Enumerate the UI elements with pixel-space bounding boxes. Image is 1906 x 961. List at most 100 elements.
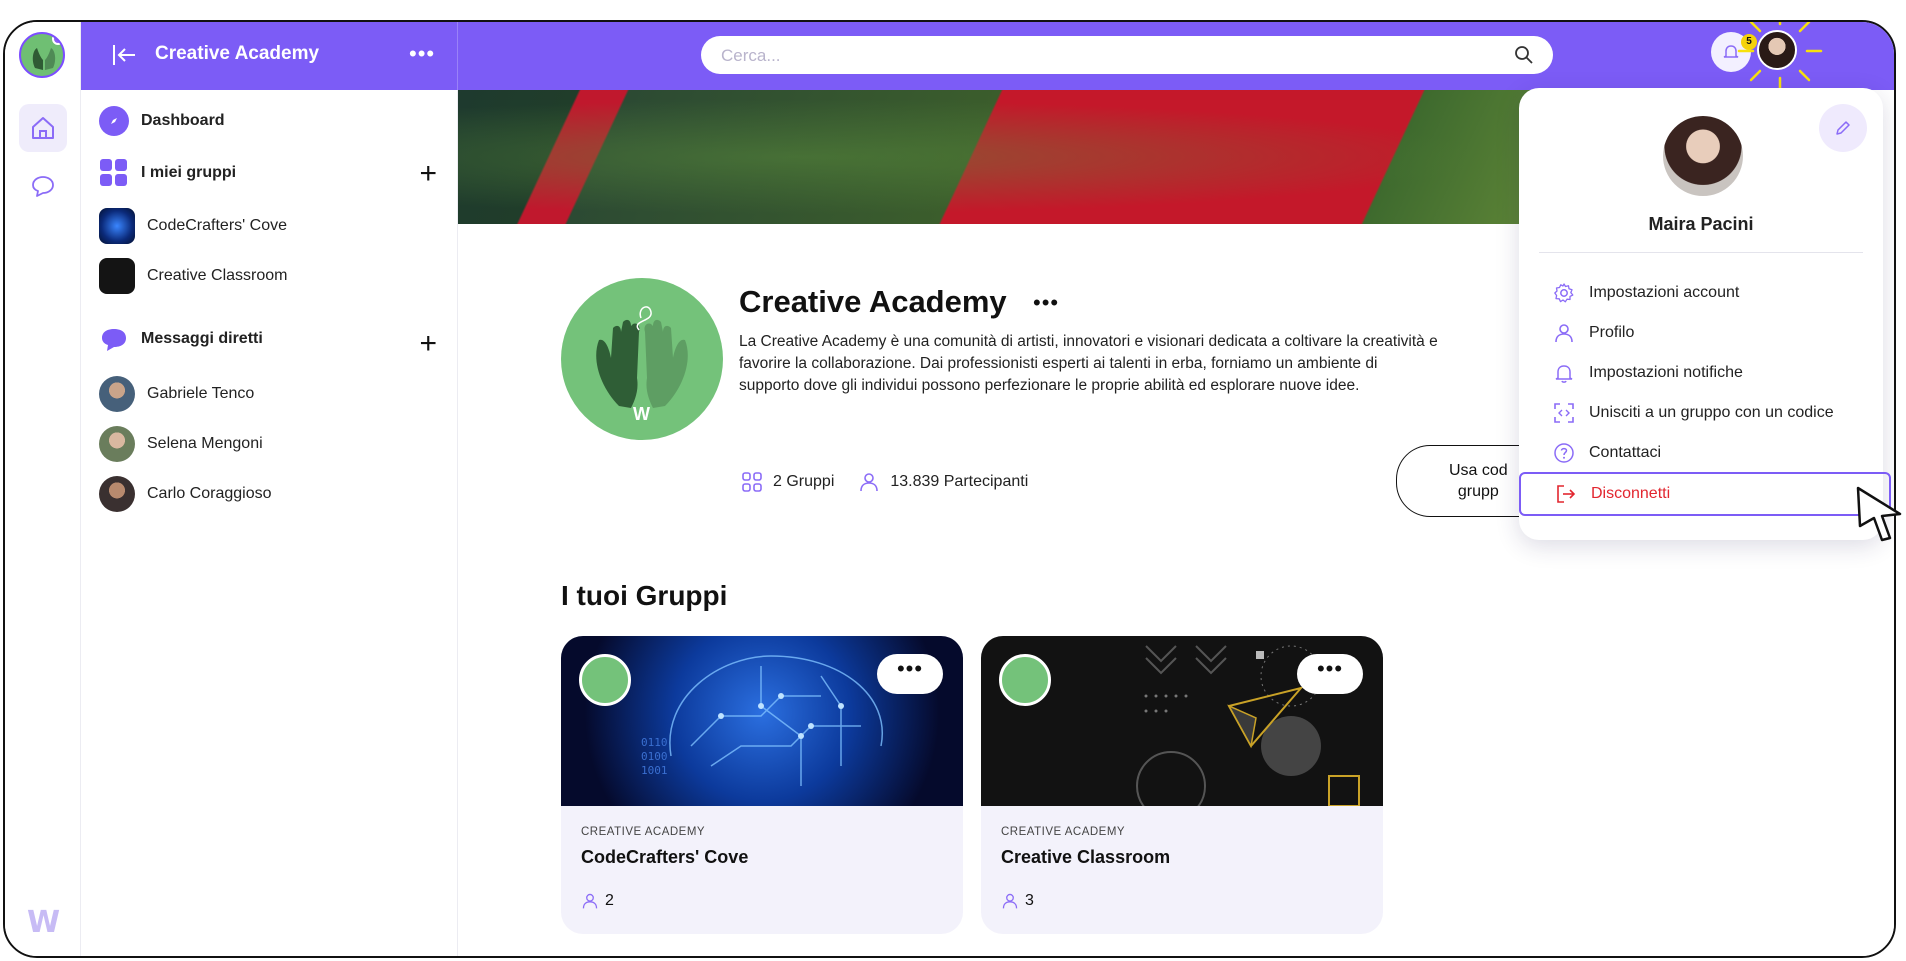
community-logo: W [561, 278, 723, 440]
grid-icon [100, 159, 127, 186]
user-icon [1555, 324, 1573, 343]
community-title: Creative Academy [155, 43, 320, 64]
scan-code-icon [1554, 403, 1574, 423]
community-more-button[interactable]: ••• [409, 43, 435, 65]
user-avatar-button[interactable] [1757, 30, 1797, 70]
members-count: 13.839 Partecipanti [890, 473, 1029, 490]
card-community-avatar [999, 654, 1051, 706]
logout-label: Disconnetti [1591, 485, 1671, 502]
add-group-button[interactable]: + [419, 159, 437, 189]
sidebar-item-label: CodeCrafters' Cove [147, 217, 287, 234]
community-avatar[interactable] [19, 32, 65, 78]
menu-item-account-settings[interactable]: Impostazioni account [1553, 282, 1739, 304]
group-thumbnail [99, 258, 135, 294]
menu-item-label: Impostazioni account [1589, 284, 1740, 301]
card-members-count: 2 [605, 892, 614, 909]
contact-item[interactable]: Carlo Coraggioso [99, 476, 272, 512]
bell-icon [1723, 45, 1739, 58]
contact-item[interactable]: Selena Mengoni [99, 426, 263, 462]
sidebar-item-label: Dashboard [141, 112, 225, 129]
groups-icon [742, 472, 762, 492]
messages-button[interactable] [19, 162, 67, 210]
user-icon [1002, 893, 1018, 909]
group-card[interactable]: 0110 0100 1001 ••• CREATIVE ACADEMY Code… [561, 636, 963, 934]
card-org-label: CREATIVE ACADEMY [581, 826, 706, 838]
home-button[interactable] [19, 104, 67, 152]
sidebar-item-codecrafters[interactable]: CodeCrafters' Cove [99, 208, 287, 244]
card-community-avatar [579, 654, 631, 706]
logout-icon [1557, 485, 1576, 503]
card-org-label: CREATIVE ACADEMY [1001, 826, 1126, 838]
page-title: Creative Academy [739, 284, 1007, 319]
card-members-count: 3 [1025, 892, 1034, 909]
profile-name: Maira Pacini [1648, 214, 1754, 234]
collapse-left-icon [113, 45, 135, 65]
use-group-code-label: Usa cod grupp [1449, 462, 1508, 500]
menu-item-label: Unisciti a un gruppo con un codice [1589, 404, 1834, 421]
community-stats: 2 Gruppi 13.839 Partecipanti [741, 471, 1028, 493]
menu-item-label: Impostazioni notifiche [1589, 364, 1743, 381]
group-card[interactable]: ••• CREATIVE ACADEMY Creative Classroom … [981, 636, 1383, 934]
edit-profile-button[interactable] [1819, 104, 1867, 152]
contact-name: Gabriele Tenco [147, 385, 255, 402]
collapse-sidebar-button[interactable] [109, 40, 139, 70]
search-icon[interactable] [1513, 44, 1535, 66]
mouse-cursor-icon [1856, 486, 1902, 542]
card-title: Creative Classroom [1001, 847, 1171, 867]
svg-text:1001: 1001 [641, 764, 668, 777]
profile-avatar [1663, 116, 1743, 196]
sidebar-item-dashboard[interactable]: Dashboard [99, 106, 225, 136]
notification-badge: 5 [1741, 34, 1757, 50]
pencil-icon [1836, 121, 1850, 135]
community-description: La Creative Academy è una comunità di ar… [739, 333, 1438, 394]
menu-item-label: Contattaci [1589, 444, 1662, 461]
contact-name: Selena Mengoni [147, 435, 263, 452]
avatar [99, 376, 135, 412]
menu-item-join-with-code[interactable]: Unisciti a un gruppo con un codice [1553, 402, 1834, 424]
sidebar-item-creative-classroom[interactable]: Creative Classroom [99, 258, 287, 294]
direct-messages-label: Messaggi diretti [141, 330, 263, 347]
bell-icon [1555, 365, 1573, 383]
cover-image-overlay [458, 90, 1602, 224]
gear-icon [1554, 283, 1574, 303]
sidebar-item-label: Creative Classroom [147, 267, 288, 284]
card-members: 2 [581, 892, 614, 910]
app-window: W Creative Academy ••• Cerca... 5 Dashbo… [3, 20, 1896, 958]
message-bubble-icon [102, 329, 126, 351]
group-thumbnail [99, 208, 135, 244]
menu-item-profile[interactable]: Profilo [1553, 322, 1634, 344]
menu-item-notification-settings[interactable]: Impostazioni notifiche [1553, 362, 1743, 384]
icon-rail: W [5, 22, 81, 956]
use-group-code-button[interactable]: Usa cod grupp [1396, 445, 1526, 517]
profile-menu: Maira Pacini Impostazioni account Profil… [1519, 88, 1891, 540]
divider [457, 22, 458, 90]
svg-text:0100: 0100 [641, 750, 668, 763]
direct-messages-header[interactable]: Messaggi diretti [99, 324, 263, 354]
logout-button[interactable]: Disconnetti [1519, 472, 1891, 516]
contact-name: Carlo Coraggioso [147, 485, 272, 502]
chat-icon [32, 176, 54, 197]
avatar [99, 476, 135, 512]
add-message-button[interactable]: + [419, 329, 437, 359]
search-input[interactable]: Cerca... [701, 36, 1553, 74]
card-members: 3 [1001, 892, 1034, 910]
help-icon [1554, 443, 1574, 463]
title-more-button[interactable]: ••• [1033, 292, 1059, 314]
menu-item-label: Profilo [1589, 324, 1635, 341]
svg-text:0110: 0110 [641, 736, 668, 749]
card-more-button[interactable]: ••• [1297, 654, 1363, 694]
user-icon [860, 473, 879, 492]
card-title: CodeCrafters' Cove [581, 847, 749, 867]
presence-dot [52, 34, 63, 45]
top-bar: Creative Academy ••• Cerca... [81, 22, 1894, 90]
card-more-button[interactable]: ••• [877, 654, 943, 694]
menu-item-contact-us[interactable]: Contattaci [1553, 442, 1661, 464]
search-placeholder: Cerca... [721, 46, 781, 65]
groups-header[interactable]: I miei gruppi [99, 158, 236, 188]
sidebar: Dashboard I miei gruppi + CodeCrafters' … [81, 90, 458, 956]
user-icon [582, 893, 598, 909]
section-title: I tuoi Gruppi [561, 580, 728, 611]
avatar [99, 426, 135, 462]
groups-header-label: I miei gruppi [141, 164, 237, 181]
contact-item[interactable]: Gabriele Tenco [99, 376, 254, 412]
